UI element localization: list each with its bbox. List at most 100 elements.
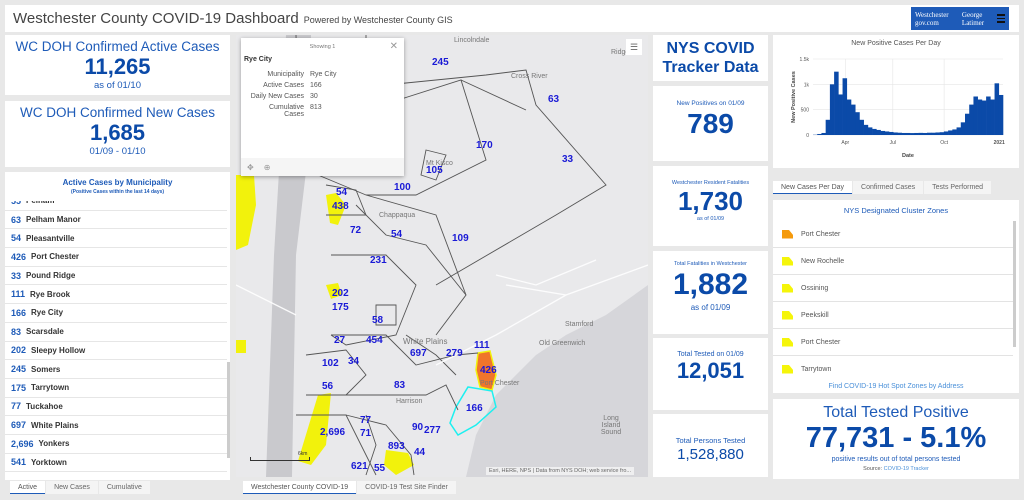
chart-bar — [880, 130, 886, 135]
source-link[interactable]: COVID-19 Tracker — [884, 466, 929, 472]
tab-tests-performed[interactable]: Tests Performed — [924, 181, 992, 194]
municipality-list-title: Active Cases by Municipality — [62, 178, 173, 187]
municipality-row[interactable]: 33 Pound Ridge — [5, 267, 227, 286]
zone-name: Ossining — [801, 284, 829, 292]
total-fatalities-value: 1,882 — [672, 268, 749, 301]
municipality-row[interactable]: 202 Sleepy Hollow — [5, 342, 227, 361]
close-icon[interactable]: ✕ — [390, 41, 398, 52]
resident-fatalities-value: 1,730 — [677, 186, 744, 216]
county-map[interactable]: 245 63 170 33 105 100 54 438 72 54 109 231 202 175 58 2… — [236, 35, 648, 477]
municipality-row[interactable]: 63 Pelham Manor — [5, 211, 227, 230]
municipality-count: 111 — [11, 289, 26, 300]
chart-bar — [965, 113, 970, 135]
legend-list-icon[interactable]: ☰ — [626, 39, 642, 55]
municipality-list[interactable]: 55 Pelham 63 Pelham Manor 54 Pleasantville 426… — [5, 201, 227, 477]
chart-bar — [914, 132, 919, 135]
municipality-count: 202 — [11, 345, 27, 356]
popup-field-key: Municipality — [267, 71, 304, 78]
municipality-row[interactable]: 175 Tarrytown — [5, 379, 227, 398]
chart-bar — [897, 132, 902, 135]
logo-left-text: Westchester gov.com — [915, 10, 949, 27]
municipality-list-subtitle: (Positive Cases within the last 14 days) — [70, 189, 165, 195]
westchester-logo[interactable]: Westchester gov.com George Latimer — [911, 7, 1009, 30]
place-label: Lincolndale — [454, 37, 490, 44]
chart-bar — [927, 132, 932, 135]
new-cases-title: WC DOH Confirmed New Cases — [19, 105, 216, 120]
zone-name: Peekskill — [801, 311, 829, 319]
municipality-row[interactable]: 55 Pelham — [5, 201, 227, 211]
chart-bar — [986, 96, 991, 135]
map-count-label: 55 — [374, 463, 386, 474]
map-count-label: 102 — [322, 358, 339, 369]
cluster-zone-row[interactable]: Tarrytown — [773, 356, 1013, 376]
cluster-zone-row[interactable]: New Rochelle — [773, 248, 1013, 275]
map-tabs: Westchester County COVID-19 COVID-19 Tes… — [243, 481, 457, 494]
municipality-row[interactable]: 111 Rye Brook — [5, 285, 227, 305]
active-cases-date: as of 01/10 — [93, 80, 141, 91]
chart-bar — [842, 78, 848, 135]
tested-today-value: 12,051 — [676, 358, 745, 383]
municipality-row[interactable]: 77 Tuckahoe — [5, 398, 227, 417]
zone-name: Port Chester — [801, 230, 841, 238]
chart-bar — [973, 96, 978, 135]
popup-field-value: 813 — [310, 104, 322, 111]
municipality-name: Somers — [31, 364, 61, 374]
cluster-zone-row[interactable]: Port Chester — [773, 329, 1013, 356]
x-tick-label: Apr — [841, 140, 849, 146]
map-count-label: 245 — [432, 57, 449, 68]
pan-icon[interactable]: ✥ — [247, 163, 254, 172]
dashboard-subtitle: Powered by Westchester County GIS — [303, 15, 453, 25]
map-count-label: 111 — [474, 340, 490, 351]
municipality-row[interactable]: 83 Scarsdale — [5, 323, 227, 342]
municipality-row[interactable]: 54 Pleasantville — [5, 229, 227, 249]
cluster-zones-list[interactable]: Port Chester New Rochelle Ossining Peekskil… — [773, 221, 1013, 376]
cluster-zone-row[interactable]: Port Chester — [773, 221, 1013, 248]
popup-field-key: Cumulative Cases — [268, 104, 304, 118]
municipality-row[interactable]: 697 White Plains — [5, 416, 227, 435]
map-count-label: 63 — [548, 94, 560, 105]
total-tested-positive-value: 77,731 - 5.1% — [805, 422, 987, 454]
municipality-row[interactable]: 426 Port Chester — [5, 248, 227, 267]
tab-active[interactable]: Active — [10, 481, 46, 494]
municipality-list-scrollbar[interactable] — [227, 362, 230, 458]
x-tick-label: 2021 — [994, 140, 1005, 146]
municipality-row[interactable]: 2,696 Yonkers — [5, 435, 227, 454]
zone-name: Port Chester — [801, 338, 841, 346]
municipality-row[interactable]: 245 Somers — [5, 360, 227, 379]
map-count-label: 426 — [480, 365, 497, 376]
zone-swatch-icon — [782, 310, 793, 320]
tab-new-cases[interactable]: New Cases — [46, 481, 98, 494]
chart-tabs: New Cases Per Day Confirmed Cases Tests … — [773, 181, 992, 194]
map-count-label: 54 — [336, 187, 348, 198]
tab-westchester-covid[interactable]: Westchester County COVID-19 — [243, 481, 357, 494]
chart-bar — [884, 131, 890, 135]
tab-new-cases-per-day[interactable]: New Cases Per Day — [773, 181, 853, 194]
municipality-name: Scarsdale — [26, 327, 64, 337]
cluster-zone-row[interactable]: Ossining — [773, 275, 1013, 302]
chart-bar — [876, 129, 881, 135]
total-tested-positive-subtitle: positive results out of total persons te… — [831, 456, 961, 463]
popup-field-value: Rye City — [310, 71, 337, 78]
popup-field-key: Active Cases — [263, 82, 304, 89]
municipality-row[interactable]: 541 Yorktown — [5, 454, 227, 473]
chart-bar — [872, 128, 877, 135]
map-count-label: 58 — [372, 315, 384, 326]
tab-cumulative[interactable]: Cumulative — [98, 481, 150, 494]
chart-bar — [855, 112, 860, 135]
tab-test-site-finder[interactable]: COVID-19 Test Site Finder — [357, 481, 456, 494]
map-count-label: 54 — [391, 229, 403, 240]
nys-tracker-title-card: NYS COVID Tracker Data — [653, 35, 768, 81]
total-tested-positive-title: Total Tested Positive — [823, 404, 969, 421]
municipality-name: Yonkers — [38, 439, 70, 449]
popup-header: Showing 1 — [309, 44, 336, 50]
zoom-to-icon[interactable]: ⊕ — [264, 163, 271, 172]
hamburger-menu-icon[interactable] — [997, 12, 1005, 25]
chart-bar — [825, 119, 831, 135]
cluster-zones-scrollbar[interactable] — [1013, 221, 1016, 347]
hot-spot-finder-link[interactable]: Find COVID-19 Hot Spot Zones by Address — [773, 383, 1019, 390]
map-count-label: 166 — [466, 403, 483, 414]
tab-confirmed-cases[interactable]: Confirmed Cases — [853, 181, 924, 194]
new-cases-chart[interactable]: 0 500 1k 1.5k Apr Jul Oct 2021 Date New Positive … — [773, 47, 1019, 165]
cluster-zone-row[interactable]: Peekskill — [773, 302, 1013, 329]
municipality-row[interactable]: 166 Rye City — [5, 304, 227, 323]
